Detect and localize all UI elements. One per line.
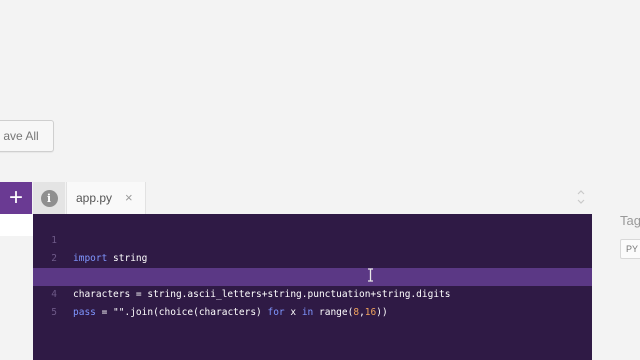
info-button[interactable]: i bbox=[33, 182, 65, 214]
tags-label: Tag bbox=[620, 213, 640, 228]
plus-icon: + bbox=[8, 184, 23, 211]
text-cursor-icon bbox=[368, 268, 373, 282]
line-number: 5 bbox=[51, 307, 57, 318]
tab-app-py[interactable]: app.py × bbox=[66, 182, 146, 214]
code-line[interactable]: 2 from random import * bbox=[33, 232, 592, 282]
code-line[interactable]: 5 bbox=[33, 286, 592, 318]
code-editor[interactable]: 1 import string 2 from random import * 3… bbox=[33, 214, 592, 360]
save-all-button[interactable]: ave All bbox=[0, 120, 54, 152]
tag-chip[interactable]: PY bbox=[620, 239, 640, 259]
info-icon: i bbox=[40, 189, 58, 207]
code-text: pass = "".join(choice(characters) for x … bbox=[73, 307, 388, 318]
tab-label: app.py bbox=[76, 191, 113, 205]
close-icon[interactable]: × bbox=[125, 190, 133, 205]
add-file-button[interactable]: + bbox=[0, 182, 32, 214]
code-line[interactable]: 3 characters = string.ascii_letters+stri… bbox=[33, 250, 592, 300]
code-line-active[interactable]: 4 pass = "".join(choice(characters) for … bbox=[33, 268, 592, 318]
code-line[interactable]: 1 import string bbox=[33, 214, 592, 264]
side-panel bbox=[0, 214, 33, 360]
side-panel-header bbox=[0, 214, 33, 236]
file-tab-bar: + i app.py × bbox=[0, 182, 592, 214]
resize-handle-icon[interactable] bbox=[574, 186, 588, 208]
